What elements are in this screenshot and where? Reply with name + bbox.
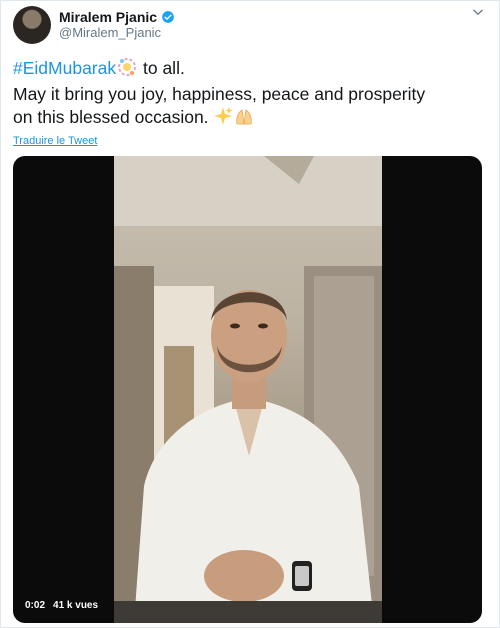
- display-name[interactable]: Miralem Pjanic: [59, 9, 157, 25]
- hashtag-link[interactable]: #EidMubarak: [13, 58, 116, 78]
- tweet-text: #EidMubarak to all. May it bring you joy…: [13, 57, 483, 132]
- video-still-image: [114, 156, 382, 623]
- video-stats: 0:02 41 k vues: [25, 600, 98, 611]
- chevron-down-icon[interactable]: [471, 5, 485, 19]
- video-time: 0:02: [25, 600, 46, 611]
- translate-tweet-link[interactable]: Traduire le Tweet: [13, 135, 97, 147]
- tweet-line-2: May it bring you joy, happiness, peace a…: [13, 84, 426, 104]
- video-views: 41 k vues: [53, 600, 99, 611]
- balloon-emoji-icon: [116, 57, 138, 83]
- user-names: Miralem Pjanic @Miralem_Pjanic: [59, 9, 175, 41]
- line1-rest: to all.: [138, 58, 185, 78]
- verified-badge-icon: [162, 11, 174, 23]
- tweet-card: Miralem Pjanic @Miralem_Pjanic #EidMubar…: [0, 0, 500, 628]
- avatar[interactable]: [13, 6, 51, 44]
- video-player[interactable]: 0:02 41 k vues: [13, 156, 482, 623]
- user-handle[interactable]: @Miralem_Pjanic: [59, 25, 175, 41]
- video-frame: [114, 156, 382, 623]
- sparkles-icon: [213, 106, 233, 132]
- tweet-header: Miralem Pjanic @Miralem_Pjanic: [13, 5, 175, 45]
- praying-hands-icon: [233, 106, 255, 132]
- tweet-line-3: on this blessed occasion.: [13, 107, 209, 127]
